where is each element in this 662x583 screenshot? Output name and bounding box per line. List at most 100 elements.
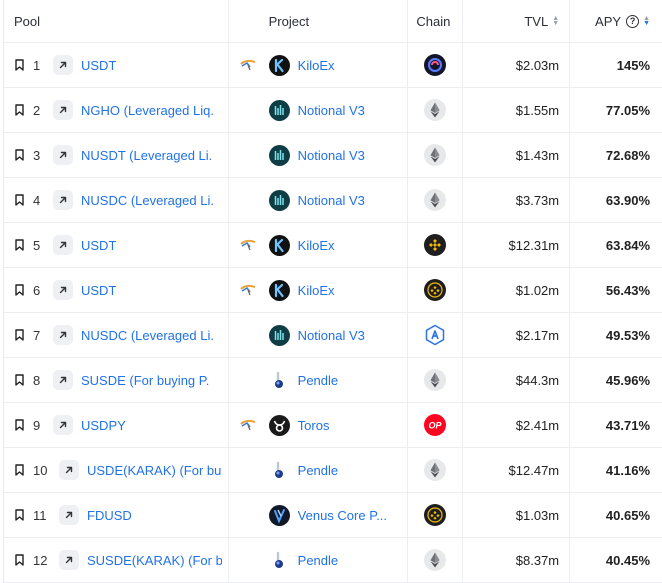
kiloex-logo-icon: [268, 279, 290, 301]
info-icon[interactable]: ?: [626, 14, 640, 28]
notional-logo-icon: [268, 144, 290, 166]
bookmark-icon[interactable]: [15, 149, 33, 161]
header-apy-label[interactable]: APY: [595, 14, 621, 29]
bookmark-icon[interactable]: [15, 329, 33, 341]
pool-link[interactable]: NGHO (Leveraged Liq.: [81, 103, 214, 118]
external-link-icon[interactable]: [53, 280, 73, 300]
apy-value: 63.90%: [605, 192, 650, 208]
pool-link[interactable]: USDT: [81, 58, 116, 73]
row-rank: 11: [33, 507, 47, 523]
chain-cell: [408, 313, 464, 357]
project-cell: Venus Core P...: [229, 493, 409, 537]
pool-cell: 11 FDUSD: [4, 493, 229, 537]
pool-link[interactable]: FDUSD: [87, 508, 132, 523]
apy-value: 41.16%: [605, 462, 650, 478]
apy-cell: 49.53%: [570, 313, 662, 357]
external-link-icon[interactable]: [53, 370, 73, 390]
chain-dark-swirl-chain-icon: [424, 54, 447, 76]
pendle-logo-icon: [269, 370, 290, 391]
external-link-icon[interactable]: [53, 100, 73, 120]
apy-cell: 77.05%: [570, 88, 662, 132]
project-link[interactable]: Venus Core P...: [298, 508, 387, 523]
project-cell: Notional V3: [229, 88, 409, 132]
header-tvl-label[interactable]: TVL: [524, 14, 548, 29]
apy-value: 40.45%: [605, 552, 650, 568]
project-link[interactable]: Pendle: [298, 463, 338, 478]
header-pool-label: Pool: [14, 13, 41, 29]
table-row: 9 USDPY Toros OP $2.41m 43.71%: [4, 403, 662, 448]
table-row: 4 NUSDC (Leveraged Li. Notional V3 $3.73…: [4, 178, 662, 223]
table-row: 6 USDT KiloEx $1.02m 56.43%: [4, 268, 662, 313]
project-cell: KiloEx: [229, 268, 409, 312]
header-apy[interactable]: APY ? ▲ ▼: [570, 0, 662, 42]
project-link[interactable]: Pendle: [298, 553, 338, 568]
external-link-icon[interactable]: [53, 325, 73, 345]
ethereum-chain-icon: [424, 144, 447, 166]
bookmark-icon[interactable]: [15, 419, 33, 431]
bookmark-icon[interactable]: [15, 59, 33, 71]
apy-cell: 56.43%: [570, 268, 662, 312]
external-link-icon[interactable]: [53, 415, 73, 435]
pool-link[interactable]: USDPY: [81, 418, 126, 433]
pool-link[interactable]: USDT: [81, 283, 116, 298]
header-chain-label: Chain: [416, 13, 451, 29]
external-link-icon[interactable]: [59, 505, 79, 525]
header-tvl[interactable]: TVL ▲ ▼: [463, 0, 571, 42]
apy-cell: 63.90%: [570, 178, 662, 222]
project-link[interactable]: Notional V3: [298, 103, 365, 118]
project-link[interactable]: KiloEx: [298, 58, 335, 73]
tvl-cell: $1.02m: [463, 268, 571, 312]
apy-value: 43.71%: [605, 417, 650, 433]
bookmark-icon[interactable]: [15, 464, 33, 476]
pool-link[interactable]: USDE(KARAK) (For bu: [87, 463, 221, 478]
pool-link[interactable]: SUSDE (For buying P.: [81, 373, 209, 388]
project-link[interactable]: Notional V3: [298, 328, 365, 343]
bookmark-icon[interactable]: [15, 509, 33, 521]
project-cell: Pendle: [229, 538, 409, 582]
apy-cell: 43.71%: [570, 403, 662, 447]
apy-cell: 145%: [570, 43, 662, 87]
external-link-icon[interactable]: [53, 235, 73, 255]
project-link[interactable]: KiloEx: [298, 238, 335, 253]
external-link-icon[interactable]: [53, 190, 73, 210]
row-rank: 1: [33, 57, 41, 73]
bookmark-icon[interactable]: [15, 554, 33, 566]
project-link[interactable]: Notional V3: [298, 148, 365, 163]
tvl-cell: $2.17m: [463, 313, 571, 357]
pool-cell: 12 SUSDE(KARAK) (For b: [4, 538, 229, 582]
ethereum-chain-icon: [424, 549, 447, 571]
apy-cell: 63.84%: [570, 223, 662, 267]
sort-icon[interactable]: ▲ ▼: [552, 15, 559, 27]
sort-desc-icon[interactable]: ▲ ▼: [643, 15, 650, 27]
project-link[interactable]: Pendle: [298, 373, 338, 388]
external-link-icon[interactable]: [59, 460, 79, 480]
tvl-value: $2.03m: [515, 57, 560, 73]
project-link[interactable]: Notional V3: [298, 193, 365, 208]
pool-cell: 2 NGHO (Leveraged Liq.: [4, 88, 229, 132]
pool-link[interactable]: USDT: [81, 238, 116, 253]
table-row: 5 USDT KiloEx $12.31m 63.84%: [4, 223, 662, 268]
bookmark-icon[interactable]: [15, 284, 33, 296]
pool-link[interactable]: NUSDC (Leveraged Li.: [81, 193, 214, 208]
project-link[interactable]: Toros: [298, 418, 330, 433]
external-link-icon[interactable]: [53, 145, 73, 165]
bookmark-icon[interactable]: [15, 104, 33, 116]
chain-cell: [408, 178, 464, 222]
pool-link[interactable]: NUSDC (Leveraged Li.: [81, 328, 214, 343]
chain-cell: [408, 43, 464, 87]
bookmark-icon[interactable]: [15, 194, 33, 206]
row-rank: 2: [33, 102, 41, 118]
header-project: Project: [229, 0, 409, 42]
ethereum-chain-icon: [424, 99, 447, 121]
external-link-icon[interactable]: [53, 55, 73, 75]
tvl-cell: $8.37m: [463, 538, 571, 582]
bookmark-icon[interactable]: [15, 374, 33, 386]
external-link-icon[interactable]: [59, 550, 79, 570]
tvl-cell: $1.43m: [463, 133, 571, 177]
pool-link[interactable]: SUSDE(KARAK) (For b: [87, 553, 222, 568]
row-rank: 12: [33, 552, 48, 568]
project-link[interactable]: KiloEx: [298, 283, 335, 298]
pool-link[interactable]: NUSDT (Leveraged Li.: [81, 148, 212, 163]
row-rank: 3: [33, 147, 41, 163]
bookmark-icon[interactable]: [15, 239, 33, 251]
